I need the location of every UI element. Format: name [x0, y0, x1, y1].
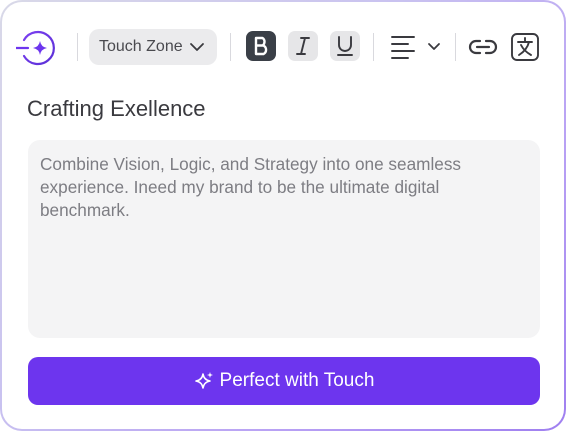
- bold-icon: [254, 36, 268, 56]
- perfect-with-touch-button[interactable]: Perfect with Touch: [28, 357, 540, 405]
- page-title: Crafting Exellence: [27, 96, 206, 121]
- toolbar-separator: [230, 33, 231, 61]
- toolbar: Touch Zone: [2, 2, 564, 94]
- translate-icon[interactable]: [510, 32, 540, 62]
- touch-zone-label: Touch Zone: [99, 38, 183, 55]
- prompt-text: Combine Vision, Logic, and Strategy into…: [40, 154, 462, 220]
- card-border: Touch Zone Crafting Exellence Combine Vi…: [0, 0, 566, 431]
- toolbar-separator: [455, 33, 456, 61]
- toolbar-separator: [77, 33, 78, 61]
- bold-button[interactable]: [246, 31, 276, 61]
- align-left-icon[interactable]: [388, 34, 444, 60]
- prompt-textarea[interactable]: Combine Vision, Logic, and Strategy into…: [28, 140, 540, 338]
- toolbar-separator: [373, 33, 374, 61]
- compass-sparkle-icon[interactable]: [16, 28, 58, 68]
- sparkle-icon: [194, 372, 213, 389]
- editor-card: Touch Zone Crafting Exellence Combine Vi…: [2, 2, 564, 429]
- underline-button[interactable]: [330, 31, 360, 61]
- chevron-down-icon: [190, 43, 204, 51]
- italic-icon: [296, 37, 310, 55]
- link-icon[interactable]: [467, 33, 499, 61]
- italic-button[interactable]: [288, 31, 318, 61]
- touch-zone-dropdown[interactable]: Touch Zone: [89, 29, 217, 65]
- underline-icon: [337, 36, 353, 56]
- perfect-with-touch-label: Perfect with Touch: [219, 370, 375, 391]
